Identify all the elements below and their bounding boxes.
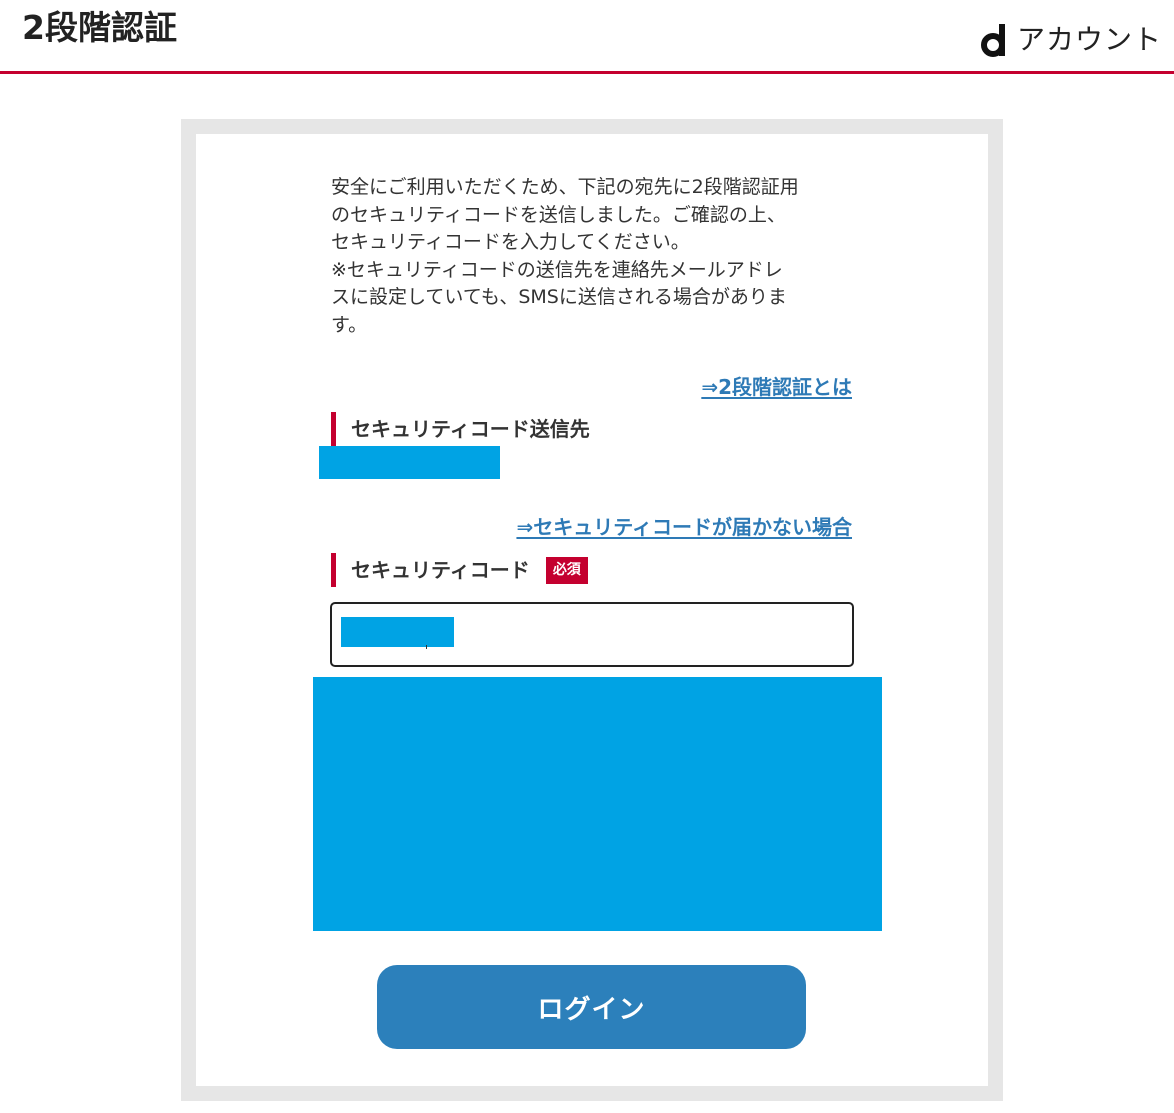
notice-line: スに設定していても、SMSに送信される場合がありま [331,286,787,308]
notice-line: 安全にご利用いただくため、下記の宛先に2段階認証用 [331,176,799,198]
notice-line: セキュリティコードを入力してください。 [331,231,690,253]
brand-text: アカウント [1016,23,1162,56]
page-header: 2段階認証 アカウント [0,0,1174,74]
security-code-heading: セキュリティコード 必須 [331,553,588,587]
redacted-code-value [341,617,454,647]
login-button[interactable]: ログイン [377,965,806,1049]
required-badge: 必須 [545,556,588,584]
notice-line: ※セキュリティコードの送信先を連絡先メールアドレ [331,258,783,281]
notice-line: のセキュリティコードを送信しました。ご確認の上、 [331,203,786,226]
d-logo-icon [980,24,1005,57]
destination-heading: セキュリティコード送信先 [331,412,590,446]
redacted-destination [319,446,500,479]
redacted-content-block [313,677,882,931]
destination-heading-label: セキュリティコード送信先 [351,417,590,441]
d-account-logo: アカウント [980,18,1162,62]
page-title: 2段階認証 [22,8,177,47]
code-not-arrived-link[interactable]: ⇒セキュリティコードが届かない場合 [516,511,852,540]
security-notice: 安全にご利用いただくため、下記の宛先に2段階認証用 のセキュリティコードを送信し… [331,174,856,339]
notice-line: す。 [331,313,368,336]
text-cursor [426,645,427,649]
security-code-heading-label: セキュリティコード [351,558,530,582]
about-two-step-link[interactable]: ⇒2段階認証とは [701,371,852,400]
